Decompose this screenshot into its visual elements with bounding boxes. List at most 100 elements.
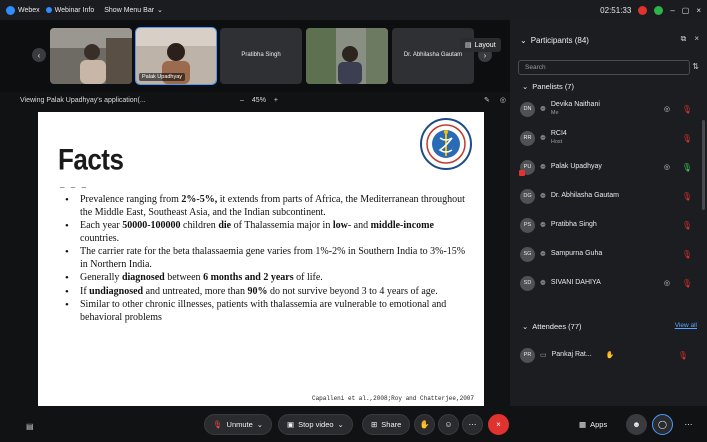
mic-on-icon[interactable]: 🎙 xyxy=(682,163,692,172)
close-window-button[interactable]: × xyxy=(696,6,701,15)
panelist-row[interactable]: SD ❁ SIVANI DAHIYA ◎ 🎙 xyxy=(520,270,698,296)
panelist-role-icon: ❁ xyxy=(540,280,546,287)
options-icon[interactable]: ◎ xyxy=(500,96,506,104)
panelist-role-icon: ❁ xyxy=(540,251,546,258)
stop-video-label: Stop video xyxy=(298,420,334,429)
mic-muted-icon[interactable]: 🎙 xyxy=(682,221,692,230)
attendee-name: Pankaj Rat... xyxy=(551,351,592,358)
panelist-row[interactable]: PS ❁ Pratibha Singh 🎙 xyxy=(520,212,698,238)
panelist-role-icon: ❁ xyxy=(540,164,546,171)
connection-status-icon[interactable] xyxy=(654,5,664,15)
panel-scrollbar[interactable] xyxy=(702,120,705,210)
panelist-name: Sampurna Guha xyxy=(550,250,603,257)
panelist-name-block: Devika Naithani Me xyxy=(551,101,600,117)
recording-icon[interactable] xyxy=(638,5,648,15)
zoom-in-button[interactable]: + xyxy=(274,97,278,104)
app-name: Webex xyxy=(18,6,40,14)
video-tile-2[interactable]: Palak Upadhyay xyxy=(135,27,217,85)
panelists-section-header[interactable]: ⌄ Panelists (7) xyxy=(522,82,574,91)
apps-button[interactable]: ▦ Apps xyxy=(570,414,616,435)
camera-on-icon: ◎ xyxy=(663,106,670,113)
viewing-bar: Viewing Palak Upadhyay's application(...… xyxy=(0,92,510,108)
mic-muted-icon[interactable]: 🎙 xyxy=(682,250,692,259)
leave-meeting-button[interactable]: × xyxy=(488,414,509,435)
maximize-button[interactable]: ▢ xyxy=(682,6,690,15)
viewing-bar-icons: ✎ ◎ xyxy=(484,92,506,108)
slide-bullet: The carrier rate for the beta thalassaem… xyxy=(60,246,470,271)
minimize-button[interactable]: – xyxy=(670,6,674,15)
avatar: PU xyxy=(519,159,535,176)
participant-search-input[interactable]: Search xyxy=(518,60,690,75)
panelist-row[interactable]: PU ❁ Palak Upadhyay ◎ 🎙 xyxy=(519,154,698,180)
panelist-name-block: RCI4 Host xyxy=(551,130,567,146)
viewing-application-text: Viewing Palak Upadhyay's application(... xyxy=(20,96,146,104)
stop-video-button[interactable]: ▣ Stop video ⌄ xyxy=(278,414,353,435)
panelist-name: Palak Upadhyay xyxy=(550,163,602,170)
sort-icon[interactable]: ⇅ xyxy=(692,62,699,71)
video-tile-name: Dr. Abhilasha Gautam xyxy=(403,52,463,58)
attendee-row[interactable]: PR ▭ Pankaj Rat... ✋ 🎙 xyxy=(520,342,698,368)
avatar: RR xyxy=(520,130,535,146)
panelist-name: Devika Naithani xyxy=(550,101,600,108)
webex-app-menu[interactable]: Webex xyxy=(6,5,40,15)
chat-toggle-button[interactable]: ◯ xyxy=(652,414,673,435)
panelist-name-block: SIVANI DAHIYA xyxy=(551,279,601,287)
panelist-row[interactable]: DN ❁ Devika Naithani Me ◎ 🎙 xyxy=(520,96,698,122)
zoom-out-button[interactable]: – xyxy=(240,97,244,104)
meeting-controls-bar: ▤ 🎙 Unmute ⌄ ▣ Stop video ⌄ ⊞ Share ✋ ☺ … xyxy=(0,406,707,442)
webinar-info-button[interactable]: Webinar Info xyxy=(45,7,94,14)
participants-toggle-button[interactable]: ☻ xyxy=(626,414,647,435)
show-menu-bar-button[interactable]: Show Menu Bar ⌄ xyxy=(104,6,163,15)
raise-hand-button[interactable]: ✋ xyxy=(414,414,435,435)
video-strip: ‹ Palak Upadhyay Pratibha Singh Dr. Abhi… xyxy=(0,20,510,92)
video-tile-5[interactable]: Dr. Abhilasha Gautam xyxy=(392,28,474,84)
panelist-role-label: Me xyxy=(550,110,559,116)
mic-muted-icon[interactable]: 🎙 xyxy=(682,192,692,201)
slide-bullet: Prevalence ranging from 2%-5%, it extend… xyxy=(60,194,470,219)
participant-video-4 xyxy=(306,28,388,84)
panelist-name: Pratibha Singh xyxy=(550,221,597,228)
avatar: DN xyxy=(520,101,535,117)
unmute-button[interactable]: 🎙 Unmute ⌄ xyxy=(204,414,273,435)
mic-muted-icon: 🎙 xyxy=(213,420,223,429)
slide-bullet: Similar to other chronic illnesses, pati… xyxy=(60,299,470,324)
video-tile-4[interactable] xyxy=(306,28,388,84)
chevron-down-icon: ⌄ xyxy=(157,7,163,14)
slide-bullet: Generally diagnosed between 6 months and… xyxy=(60,272,470,285)
view-all-link[interactable]: View all xyxy=(675,322,697,329)
panelist-row[interactable]: RR ❁ RCI4 Host 🎙 xyxy=(520,125,698,151)
video-tile-3[interactable]: Pratibha Singh xyxy=(220,28,302,84)
institution-seal-logo xyxy=(420,118,472,170)
share-button[interactable]: ⊞ Share xyxy=(362,414,411,435)
close-panel-icon[interactable]: × xyxy=(694,34,699,44)
layout-icon: ▤ xyxy=(465,42,472,49)
captions-icon[interactable]: ▤ xyxy=(26,422,34,431)
more-panels-button[interactable]: ⋯ xyxy=(678,414,699,435)
chevron-down-icon: ⌄ xyxy=(522,322,529,331)
mic-muted-icon[interactable]: 🎙 xyxy=(682,134,692,143)
popout-icon[interactable]: ⧉ xyxy=(681,34,687,44)
annotate-icon[interactable]: ✎ xyxy=(484,96,490,104)
panelist-name: RCI4 xyxy=(550,130,567,137)
mic-muted-icon[interactable]: 🎙 xyxy=(678,351,688,360)
strip-prev-button[interactable]: ‹ xyxy=(32,48,46,62)
layout-label: Layout xyxy=(474,41,496,49)
panelist-name-block: Pratibha Singh xyxy=(551,221,597,229)
apps-icon: ▦ xyxy=(579,420,587,429)
video-camera-icon: ▣ xyxy=(287,420,295,429)
layout-button[interactable]: ▤ Layout xyxy=(460,38,501,52)
reactions-button[interactable]: ☺ xyxy=(438,414,459,435)
more-options-button[interactable]: ⋯ xyxy=(462,414,483,435)
video-tile-1[interactable] xyxy=(50,28,132,84)
panelist-role-icon: ❁ xyxy=(540,135,546,142)
participants-header[interactable]: ⌄ Participants (84) xyxy=(520,36,589,45)
panelist-row[interactable]: SG ❁ Sampurna Guha 🎙 xyxy=(520,241,698,267)
mic-muted-icon[interactable]: 🎙 xyxy=(682,105,692,114)
apps-label: Apps xyxy=(590,420,608,429)
mic-muted-icon[interactable]: 🎙 xyxy=(682,279,692,288)
attendees-title: Attendees (77) xyxy=(532,322,582,331)
attendees-section-header[interactable]: ⌄ Attendees (77) xyxy=(522,322,582,331)
panelist-role-icon: ❁ xyxy=(540,193,546,200)
panelist-row[interactable]: DG ❁ Dr. Abhilasha Gautam 🎙 xyxy=(520,183,698,209)
participants-title: Participants (84) xyxy=(530,36,589,45)
